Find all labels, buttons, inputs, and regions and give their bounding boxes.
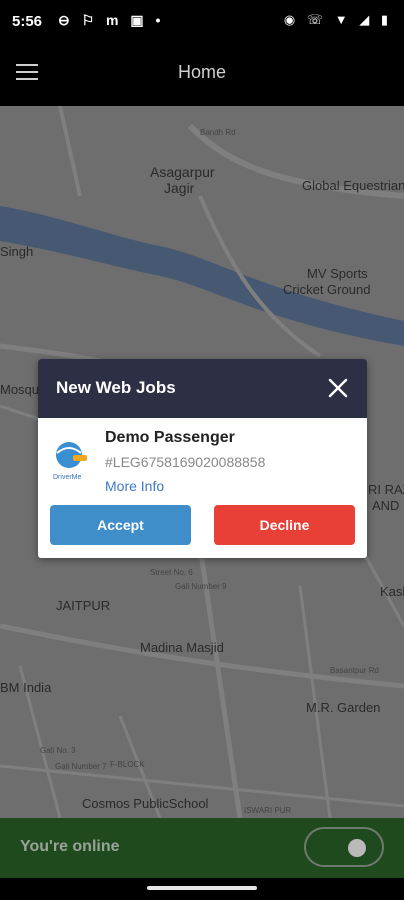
app-title: Home [177, 62, 226, 82]
notification-icons: ⊖ ⚐ m ▣ • [58, 12, 165, 28]
more-info-link[interactable]: More Info [105, 478, 164, 494]
online-status-bar: You're online [0, 818, 404, 878]
logo-text: DriverMe [53, 474, 81, 481]
passenger-name: Demo Passenger [105, 429, 235, 446]
toggle-knob [348, 839, 366, 857]
driverme-logo-icon: DriverMe [51, 439, 91, 483]
job-reference: #LEG6758169020088858 [105, 454, 266, 470]
system-status-icons: ◉ ☏ ▼ ◢ ▮ [283, 12, 392, 27]
online-status-label: You're online [20, 838, 120, 855]
dialog-title: New Web Jobs [56, 378, 176, 397]
status-bar: 5:56 ⊖ ⚐ m ▣ • ◉ ☏ ▼ ◢ ▮ [0, 0, 404, 44]
system-nav-bar [0, 878, 404, 900]
dialog-header: New Web Jobs [38, 359, 367, 418]
decline-button[interactable]: Decline [214, 505, 355, 545]
online-toggle[interactable] [304, 827, 384, 867]
new-web-jobs-dialog: New Web Jobs DriverMe Demo Passenger #LE… [38, 359, 367, 558]
close-icon[interactable] [327, 377, 349, 399]
app-bar: Home [0, 44, 404, 106]
status-time: 5:56 [12, 13, 43, 30]
home-indicator[interactable] [147, 886, 257, 890]
accept-button[interactable]: Accept [50, 505, 191, 545]
